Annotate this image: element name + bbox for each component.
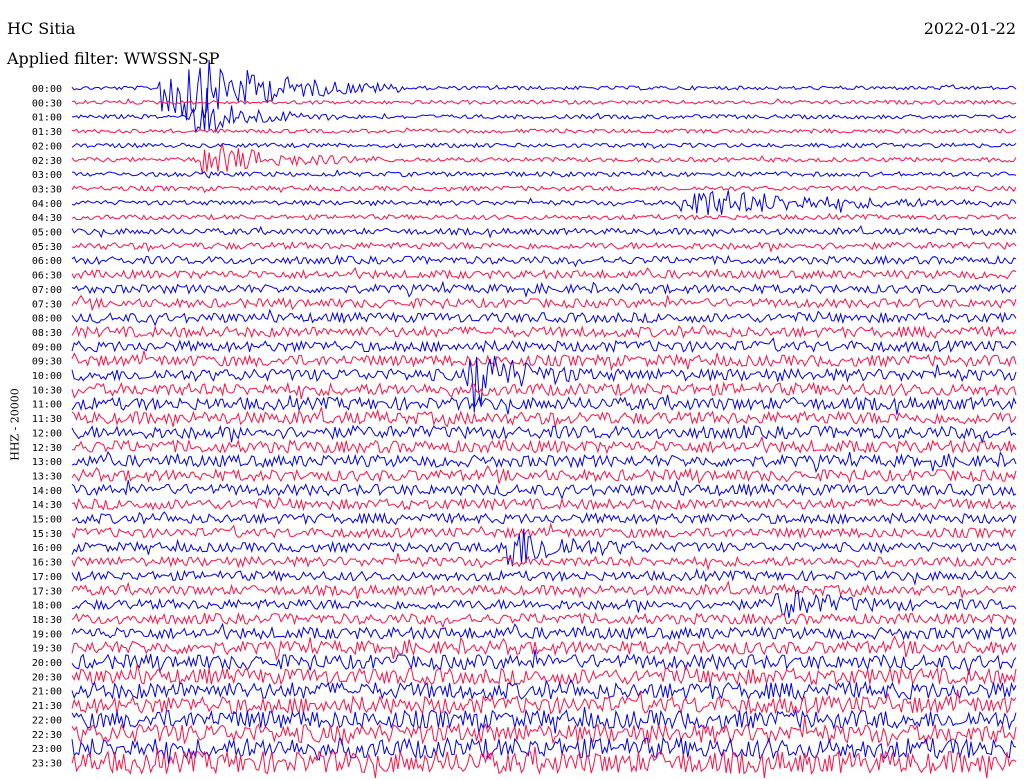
row-label-1300: 13:00: [32, 457, 62, 468]
row-label-2030: 20:30: [32, 672, 62, 683]
row-label-1130: 11:30: [32, 414, 62, 425]
row-label-1900: 19:00: [32, 629, 62, 640]
trace-0600: [71, 254, 1017, 268]
row-label-1230: 12:30: [32, 443, 62, 454]
row-label-1830: 18:30: [32, 615, 62, 626]
row-label-0800: 08:00: [32, 314, 62, 325]
trace-0500: [71, 224, 1017, 239]
row-label-1730: 17:30: [32, 586, 62, 597]
trace-0930: [71, 350, 1017, 372]
trace-1430: [71, 496, 1017, 512]
row-label-0900: 09:00: [32, 342, 62, 353]
row-label-1700: 17:00: [32, 572, 62, 583]
trace-0800: [71, 308, 1017, 327]
trace-0100: [71, 87, 1017, 133]
trace-1730: [71, 580, 1017, 600]
row-label-2230: 22:30: [32, 730, 62, 741]
row-label-0100: 01:00: [32, 113, 62, 124]
row-label-0330: 03:30: [32, 184, 62, 195]
trace-1400: [71, 479, 1017, 501]
row-label-1500: 15:00: [32, 515, 62, 526]
trace-1900: [71, 622, 1017, 641]
row-label-1030: 10:30: [32, 385, 62, 396]
trace-1330: [71, 464, 1017, 485]
trace-2300: [71, 736, 1017, 765]
row-label-0500: 05:00: [32, 228, 62, 239]
seismogram-plot: 00:00 00:30 01:00 01:30 02:00 02:30 03:00 03:30…: [32, 59, 1017, 779]
row-label-1800: 18:00: [32, 601, 62, 612]
row-label-0300: 03:00: [32, 170, 62, 181]
row-label-2130: 21:30: [32, 701, 62, 712]
trace-1800: [71, 589, 1017, 618]
row-label-1630: 16:30: [32, 558, 62, 569]
row-labels: 00:00 00:30 01:00 01:30 02:00 02:30 03:00 03:30…: [32, 84, 62, 769]
trace-2100: [71, 678, 1017, 702]
trace-0030: [71, 98, 1017, 106]
trace-1300: [71, 450, 1017, 474]
trace-2200: [71, 706, 1017, 734]
trace-0630: [71, 266, 1017, 280]
row-label-0400: 04:00: [32, 199, 62, 210]
row-label-1200: 12:00: [32, 428, 62, 439]
row-label-0830: 08:30: [32, 328, 62, 339]
row-label-1330: 13:30: [32, 471, 62, 482]
row-label-2330: 23:30: [32, 758, 62, 769]
trace-1100: [71, 394, 1017, 415]
row-label-0030: 00:30: [32, 98, 62, 109]
trace-0300: [71, 169, 1017, 179]
trace-1130: [71, 407, 1017, 428]
row-label-0230: 02:30: [32, 156, 62, 167]
trace-1230: [71, 435, 1017, 455]
row-label-0700: 07:00: [32, 285, 62, 296]
trace-0400: [71, 190, 1017, 216]
trace-1630: [71, 553, 1017, 571]
trace-0330: [71, 184, 1017, 194]
trace-1930: [71, 635, 1017, 662]
row-label-1000: 10:00: [32, 371, 62, 382]
trace-0900: [71, 337, 1017, 354]
row-label-0130: 01:30: [32, 127, 62, 138]
row-label-1100: 11:00: [32, 400, 62, 411]
row-label-0600: 06:00: [32, 256, 62, 267]
row-label-0630: 06:30: [32, 271, 62, 282]
row-label-2100: 21:00: [32, 687, 62, 698]
trace-0700: [71, 280, 1017, 299]
row-label-0530: 05:30: [32, 242, 62, 253]
trace-1030: [71, 381, 1017, 400]
row-label-0930: 09:30: [32, 357, 62, 368]
row-label-1400: 14:00: [32, 486, 62, 497]
row-label-0200: 02:00: [32, 141, 62, 152]
row-label-2000: 20:00: [32, 658, 62, 669]
trace-0530: [71, 241, 1017, 253]
traces: [71, 59, 1017, 779]
row-label-1430: 14:30: [32, 500, 62, 511]
filter-label: Applied filter: WWSSN-SP: [7, 49, 220, 68]
row-label-1530: 15:30: [32, 529, 62, 540]
trace-0230: [71, 142, 1017, 175]
trace-0830: [71, 324, 1017, 340]
trace-0130: [71, 127, 1017, 135]
trace-0200: [71, 142, 1017, 150]
row-label-0000: 00:00: [32, 84, 62, 95]
row-label-2300: 23:00: [32, 744, 62, 755]
trace-2330: [71, 746, 1017, 779]
trace-1700: [71, 567, 1017, 586]
trace-2030: [71, 663, 1017, 687]
trace-1200: [71, 424, 1017, 445]
row-label-1930: 19:30: [32, 644, 62, 655]
row-label-2200: 22:00: [32, 715, 62, 726]
trace-1530: [71, 522, 1017, 540]
trace-1830: [71, 611, 1017, 629]
row-label-0730: 07:30: [32, 299, 62, 310]
trace-1500: [71, 511, 1017, 526]
row-label-1600: 16:00: [32, 543, 62, 554]
row-label-0430: 04:30: [32, 213, 62, 224]
trace-0430: [71, 212, 1017, 221]
trace-0730: [71, 294, 1017, 312]
